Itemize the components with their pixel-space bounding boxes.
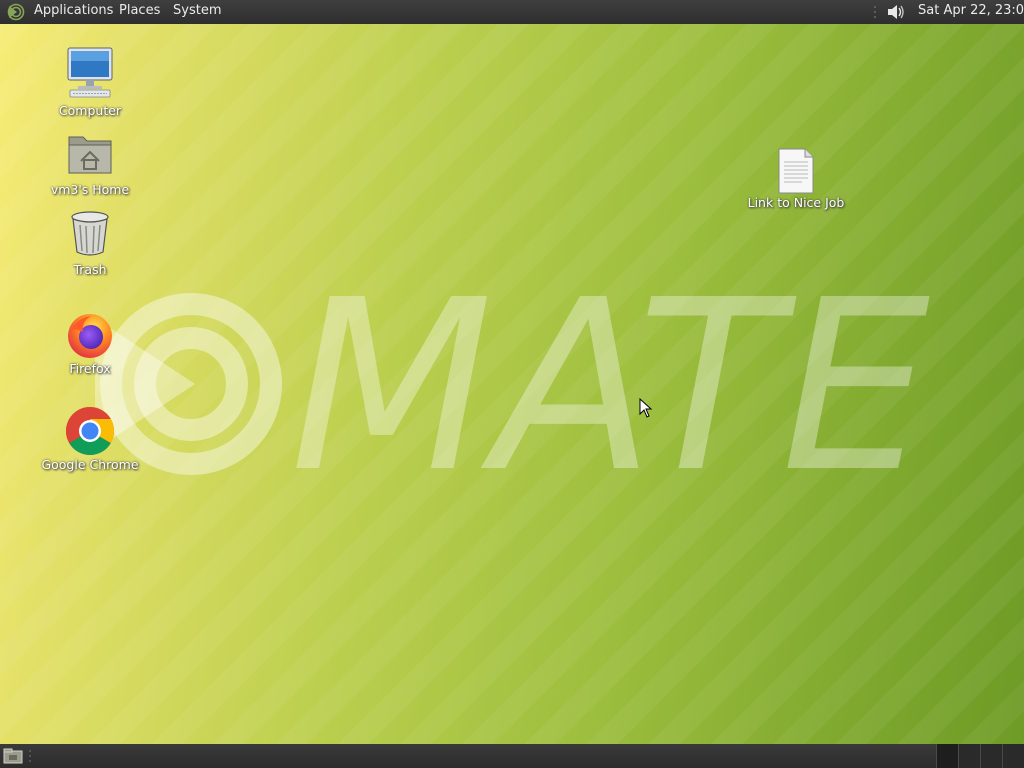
mate-logo-icon[interactable] xyxy=(6,3,26,21)
workspace-switcher[interactable] xyxy=(936,744,1024,768)
tray-handle[interactable] xyxy=(873,4,877,20)
home-folder-icon xyxy=(68,136,112,174)
desktop-icon-firefox[interactable]: Firefox xyxy=(35,312,145,376)
firefox-icon xyxy=(68,314,112,358)
system-menu[interactable]: System xyxy=(173,0,221,24)
applications-menu[interactable]: Applications xyxy=(34,0,113,24)
desktop-icon-label: Firefox xyxy=(69,361,111,376)
chrome-icon xyxy=(65,407,115,456)
text-document-icon xyxy=(778,148,814,194)
desktop-icon-label: vm3's Home xyxy=(50,182,130,197)
desktop-icon-label: Trash xyxy=(73,262,107,277)
mate-wallpaper-text: MATE xyxy=(290,292,930,478)
top-panel: Applications Places System Sat Apr 22, 2… xyxy=(0,0,1024,24)
mate-wallpaper-logo: MATE xyxy=(95,292,930,478)
desktop-icon-chrome[interactable]: Google Chrome xyxy=(35,406,145,472)
mouse-cursor-icon xyxy=(639,398,653,418)
screen: Applications Places System Sat Apr 22, 2… xyxy=(0,0,1024,768)
bottom-panel xyxy=(0,744,1024,768)
clock[interactable]: Sat Apr 22, 23:09 xyxy=(918,0,1024,22)
computer-icon xyxy=(67,47,113,98)
desktop-icon-nice-job[interactable]: Link to Nice Job xyxy=(741,148,851,210)
workspace-2[interactable] xyxy=(958,744,980,768)
desktop-icon-trash[interactable]: Trash xyxy=(35,207,145,277)
desktop-icon-label: Google Chrome xyxy=(41,457,139,472)
desktop-icon-computer[interactable]: Computer xyxy=(35,46,145,118)
trash-icon xyxy=(71,211,109,256)
workspace-3[interactable] xyxy=(980,744,1002,768)
places-menu[interactable]: Places xyxy=(119,0,160,24)
desktop-icon-label: Computer xyxy=(58,103,122,118)
panel-handle[interactable] xyxy=(28,748,32,764)
workspace-1[interactable] xyxy=(936,744,958,768)
speaker-volume-icon[interactable] xyxy=(885,2,907,22)
desktop-icon-home[interactable]: vm3's Home xyxy=(35,127,145,197)
show-desktop-icon[interactable] xyxy=(3,748,23,764)
desktop-icon-label: Link to Nice Job xyxy=(747,195,845,210)
workspace-4[interactable] xyxy=(1002,744,1024,768)
desktop[interactable]: MATE Computer vm3's Home Trash Firefox G… xyxy=(0,24,1024,744)
